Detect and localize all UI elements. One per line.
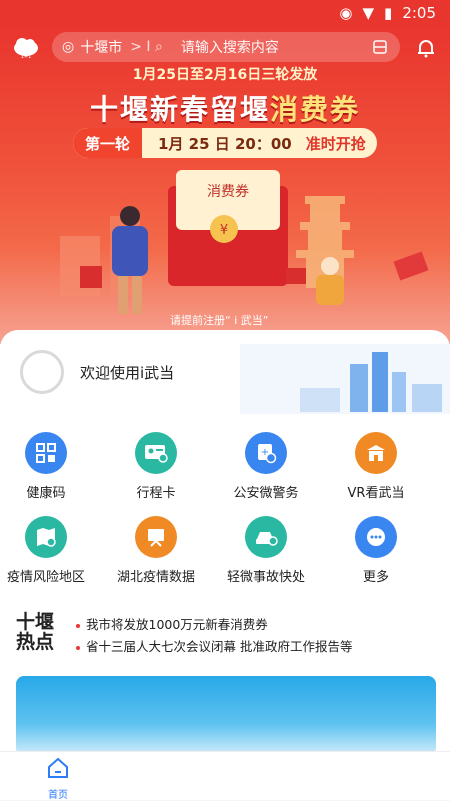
welcome-text: 欢迎使用i武当 xyxy=(80,363,175,382)
search-bar[interactable]: ◎ 十堰市 > I ⌕ 请输入搜索内容 xyxy=(52,32,400,62)
epidemic-data-icon xyxy=(135,516,177,558)
hot-news-logo-bottom: 热点 xyxy=(16,631,55,653)
vr-temple-icon xyxy=(355,432,397,474)
service-car-accident[interactable]: 轻微事故快处 xyxy=(210,516,322,585)
cloud-logo-icon[interactable]: 1+1 xyxy=(12,36,40,60)
top-bar: 1+1 ◎ 十堰市 > I ⌕ 请输入搜索内容 xyxy=(0,30,450,66)
status-time: 2:05 xyxy=(402,4,436,22)
more-icon xyxy=(355,516,397,558)
avatar[interactable] xyxy=(20,350,64,394)
tab-home-label: 首页 xyxy=(48,790,68,801)
round-go: 准时开抢 xyxy=(305,134,366,153)
hot-news-logo-top: 十堰 xyxy=(16,611,55,633)
service-label: VR看武当 xyxy=(347,486,405,501)
car-accident-icon xyxy=(245,516,287,558)
hot-news[interactable]: 十堰 热点 我市将发放1000万元新春消费券 省十三届人大七次会议闭幕 批准政府… xyxy=(16,606,436,656)
service-label: 疫情风险地区 xyxy=(6,570,85,585)
police-service-icon: + xyxy=(245,432,287,474)
status-bar: ◉ ▼ ▮ 2:05 xyxy=(0,0,450,26)
bottom-banner[interactable] xyxy=(16,676,436,756)
main-card: 欢迎使用i武当 健康码 行程卡 + 公安微警务 VR看武当 疫情风险地区 湖北疫… xyxy=(0,330,450,800)
service-itinerary-card[interactable]: 行程卡 xyxy=(100,432,212,501)
service-police[interactable]: + 公安微警务 xyxy=(210,432,322,501)
round-tag: 第一轮 xyxy=(73,128,143,158)
svg-text:1+1: 1+1 xyxy=(21,54,32,60)
risk-area-icon xyxy=(25,516,67,558)
service-vr[interactable]: VR看武当 xyxy=(320,432,432,501)
news-item[interactable]: 省十三届人大七次会议闭幕 批准政府工作报告等 xyxy=(76,636,352,655)
service-label: 行程卡 xyxy=(136,486,176,501)
service-label: 湖北疫情数据 xyxy=(116,570,195,585)
location-pin-icon: ◎ xyxy=(62,39,75,55)
welcome-row[interactable]: 欢迎使用i武当 xyxy=(20,350,174,394)
promo-date: 1月25日至2月16日三轮发放 xyxy=(132,67,318,83)
news-item[interactable]: 我市将发放1000万元新春消费券 xyxy=(76,614,268,633)
register-hint: 请提前注册“ i 武当” xyxy=(170,314,269,327)
service-label: 轻微事故快处 xyxy=(226,570,305,585)
health-code-icon xyxy=(25,432,67,474)
hero-banner[interactable]: 1+1 ◎ 十堰市 > I ⌕ 请输入搜索内容 1月25日至2月16日三轮发放 … xyxy=(0,26,450,344)
tab-bar: 首页 xyxy=(0,751,450,801)
service-health-code[interactable]: 健康码 xyxy=(0,432,102,501)
home-icon xyxy=(48,757,68,778)
location-icon: ◉ xyxy=(339,4,353,22)
promo-title-main: 十堰新春留堰 xyxy=(89,93,270,126)
service-label: 健康码 xyxy=(26,486,66,501)
itinerary-card-icon xyxy=(135,432,177,474)
bell-icon[interactable] xyxy=(414,36,438,60)
wifi-icon: ▼ xyxy=(362,4,375,22)
service-epidemic-data[interactable]: 湖北疫情数据 xyxy=(100,516,212,585)
scan-icon[interactable] xyxy=(372,39,388,55)
news-item-text: 省十三届人大七次会议闭幕 批准政府工作报告等 xyxy=(86,639,353,654)
service-label: 公安微警务 xyxy=(233,486,299,501)
service-more[interactable]: 更多 xyxy=(320,516,432,585)
battery-icon: ▮ xyxy=(384,4,393,22)
promo-title: 十堰新春留堰消费券 xyxy=(0,88,450,128)
service-label: 更多 xyxy=(362,570,389,585)
coupon-label: 消费券 xyxy=(207,184,249,200)
city-selector[interactable]: 十堰市 xyxy=(80,37,122,57)
tab-home[interactable]: 首页 xyxy=(38,756,78,801)
service-risk-area[interactable]: 疫情风险地区 xyxy=(0,516,102,585)
city-skyline-illustration xyxy=(240,344,450,414)
chevron-right-icon: > I ⌕ xyxy=(130,39,163,55)
search-input[interactable]: 请输入搜索内容 xyxy=(181,37,279,57)
hot-news-logo: 十堰 热点 xyxy=(16,612,54,652)
svg-text:¥: ¥ xyxy=(220,223,228,238)
round-info: 第一轮 1月 25 日 20：00 准时开抢 xyxy=(73,128,377,158)
news-item-text: 我市将发放1000万元新春消费券 xyxy=(86,617,268,632)
round-time: 1月 25 日 20：00 xyxy=(158,134,292,153)
promo-title-highlight: 消费券 xyxy=(270,93,361,126)
